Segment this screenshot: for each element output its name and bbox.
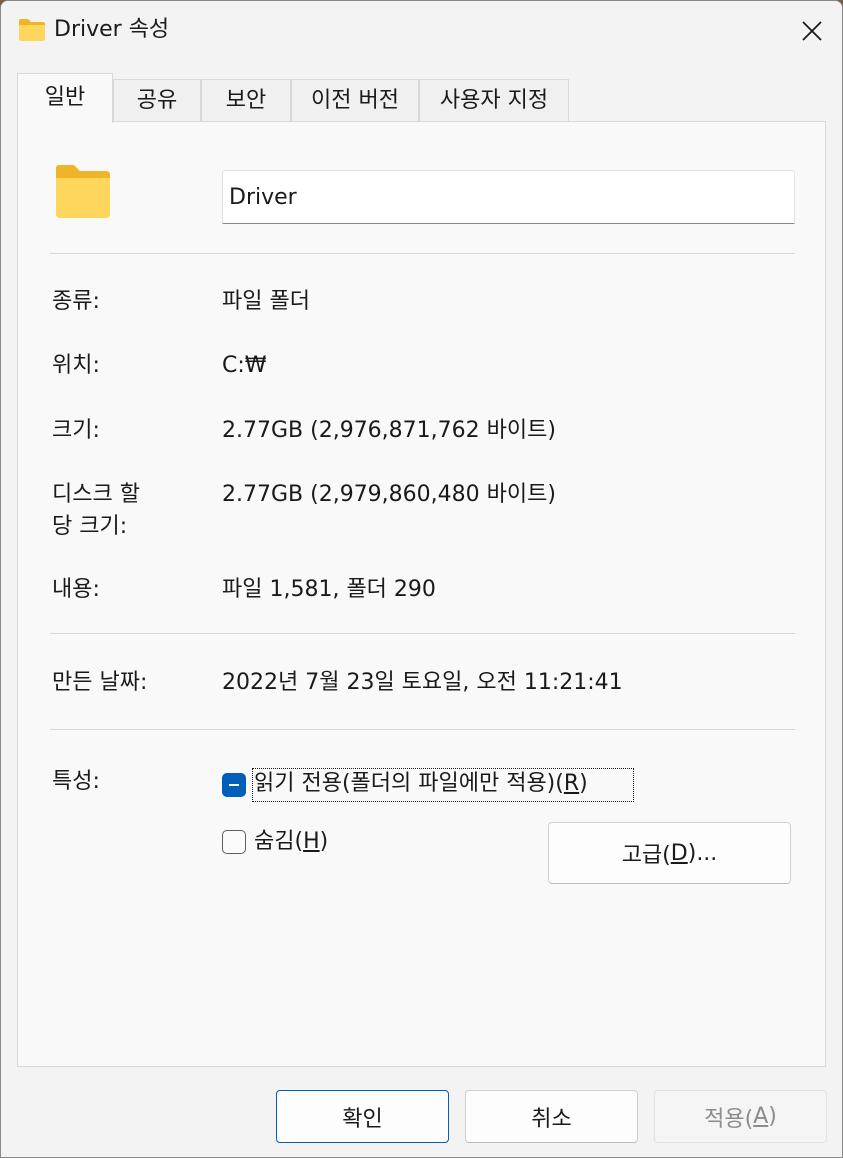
hidden-label[interactable]: 숨김(H) <box>254 827 328 857</box>
folder-icon <box>19 19 45 41</box>
folder-icon <box>56 165 110 218</box>
contents-label: 내용: <box>52 577 100 602</box>
apply-button[interactable]: 적용(A) <box>654 1090 827 1143</box>
contents-value: 파일 1,581, 폴더 290 <box>222 577 436 602</box>
ok-button[interactable]: 확인 <box>276 1090 449 1143</box>
separator <box>50 729 795 730</box>
size-on-disk-label-line2: 당 크기: <box>52 514 128 539</box>
readonly-label[interactable]: 읽기 전용(폴더의 파일에만 적용)(R) <box>254 769 588 799</box>
size-label: 크기: <box>52 418 100 443</box>
separator <box>50 633 795 634</box>
separator <box>50 253 795 254</box>
tab-customize[interactable]: 사용자 지정 <box>419 79 569 121</box>
type-label: 종류: <box>52 289 100 314</box>
hidden-checkbox[interactable] <box>222 830 246 854</box>
tab-security[interactable]: 보안 <box>201 79 291 121</box>
cancel-button[interactable]: 취소 <box>465 1090 638 1143</box>
advanced-button[interactable]: 고급(D)... <box>548 822 791 884</box>
tab-sharing[interactable]: 공유 <box>113 79 201 121</box>
title-bar: Driver 속성 <box>1 1 842 61</box>
tab-previous-versions[interactable]: 이전 버전 <box>291 79 419 121</box>
readonly-checkbox[interactable] <box>222 773 246 797</box>
folder-name-input[interactable] <box>222 170 795 224</box>
location-label: 위치: <box>52 353 100 378</box>
window-title: Driver 속성 <box>54 17 170 42</box>
size-value: 2.77GB (2,976,871,762 바이트) <box>222 418 556 443</box>
close-button[interactable] <box>782 1 842 61</box>
properties-window: Driver 속성 일반 공유 보안 이전 버전 사용자 지정 종류: 파일 폴… <box>0 0 843 1158</box>
location-value: C:₩ <box>222 353 267 378</box>
size-on-disk-value: 2.77GB (2,979,860,480 바이트) <box>222 482 556 507</box>
attributes-label: 특성: <box>52 769 100 794</box>
size-on-disk-label-line1: 디스크 할 <box>52 482 140 507</box>
type-value: 파일 폴더 <box>222 289 310 314</box>
created-value: 2022년 7월 23일 토요일, 오전 11:21:41 <box>222 670 623 695</box>
close-icon <box>802 21 822 41</box>
general-tab-panel: 종류: 파일 폴더 위치: C:₩ 크기: 2.77GB (2,976,871,… <box>17 121 826 1067</box>
created-label: 만든 날짜: <box>52 670 148 695</box>
tab-general[interactable]: 일반 <box>17 73 113 123</box>
